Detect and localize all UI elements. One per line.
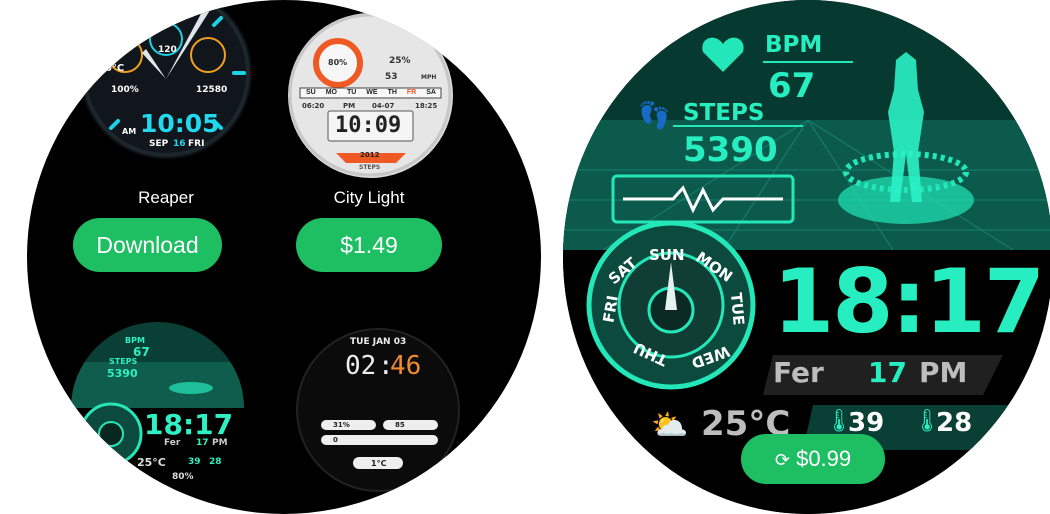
digital-temp: 1°C xyxy=(371,459,387,468)
reaper-watchface-thumb[interactable]: 30°C 120 100% 12580 AM 10:05 SEP 16 FRI xyxy=(80,0,252,159)
steps-icon: 👣 xyxy=(638,100,671,130)
mini-time: 18:17 xyxy=(144,408,234,441)
city-day: SA xyxy=(426,89,436,96)
ampm: PM xyxy=(919,356,968,389)
day-label-tue: TUE xyxy=(726,291,748,327)
city-day: SU xyxy=(305,89,316,96)
city-t2: 18:25 xyxy=(415,102,438,110)
watchface-name-city-light: City Light xyxy=(333,188,405,207)
steps-value: 5390 xyxy=(683,130,778,170)
mini-bpm-label: BPM xyxy=(125,336,145,345)
city-wind-unit: MPH xyxy=(421,74,437,81)
refresh-icon: ⟳ xyxy=(774,450,790,470)
city-day: TH xyxy=(387,89,397,96)
mini-date: 17 xyxy=(196,438,209,448)
download-button[interactable]: Download xyxy=(73,218,222,272)
mini-hi: 39 xyxy=(188,457,201,467)
digital-watchface-thumb[interactable]: TUE JAN 03 02 : 46 31% 85 0 1°C xyxy=(293,325,463,495)
city-hum: 25% xyxy=(389,56,411,66)
reaper-date-mon: SEP xyxy=(149,139,169,149)
city-pct: 80% xyxy=(328,58,348,67)
mini-ampm: PM xyxy=(212,438,228,448)
mini-battery: 80% xyxy=(172,472,194,482)
city-days-row: SU MO TU WE TH FR SA xyxy=(301,89,441,96)
reaper-date-day: 16 xyxy=(173,139,186,149)
watchface-name-digital: Cyb... xyxy=(360,500,406,514)
mini-steps-label: STEPS xyxy=(109,357,138,366)
bpm-value: 67 xyxy=(768,66,816,106)
digital-heart: 85 xyxy=(395,421,405,429)
digital-steps: 0 xyxy=(333,436,338,444)
city-day-active: FR xyxy=(406,89,417,96)
reaper-temp: 30°C xyxy=(98,63,125,74)
mini-day: Fer xyxy=(164,438,181,448)
city-day: TU xyxy=(346,89,357,96)
bpm-label: BPM xyxy=(765,32,823,58)
city-t1: 06:20 xyxy=(302,102,325,110)
digital-hour: 02 xyxy=(345,351,377,381)
reaper-steps: 12580 xyxy=(196,85,228,95)
reaper-time: 10:05 xyxy=(140,109,220,138)
price-button[interactable]: ⟳ $0.99 xyxy=(741,434,885,484)
watchface-name-reaper: Reaper xyxy=(138,188,194,207)
temp-low: 28 xyxy=(936,408,973,438)
day-label-sun: SUN xyxy=(649,246,685,264)
city-steps-label: STEPS xyxy=(359,164,381,171)
weather-icon: ⛅ xyxy=(651,409,689,442)
watchface-preview: BPM 67 👣 STEPS 5390 SUN MON TUE WED THU … xyxy=(563,0,1050,514)
digital-battery: 31% xyxy=(333,421,350,429)
steps-label: STEPS xyxy=(683,100,765,126)
buy-city-light-button[interactable]: $1.49 xyxy=(296,218,442,272)
reaper-date-dow: FRI xyxy=(188,139,205,149)
city-pm: PM xyxy=(343,102,356,110)
mini-temp: 25°C xyxy=(137,456,166,469)
digital-min: 46 xyxy=(390,351,422,381)
mini-lo: 28 xyxy=(209,457,222,467)
watchface-name-cyber: ...onner xyxy=(156,500,214,514)
city-date: 04-07 xyxy=(372,102,395,110)
store-panel: 30°C 120 100% 12580 AM 10:05 SEP 16 FRI … xyxy=(27,0,541,514)
city-light-watchface-thumb[interactable]: 80% 25% 53 MPH SU MO TU WE TH FR SA 06:2… xyxy=(288,13,453,178)
price-label: $0.99 xyxy=(796,446,852,471)
mini-steps: 5390 xyxy=(107,367,138,380)
city-wind: 53 xyxy=(385,72,398,82)
digital-date: TUE JAN 03 xyxy=(350,337,407,347)
cyber-watchface-thumb[interactable]: BPM 67 STEPS 5390 18:17 Fer 17 PM 25°C 3… xyxy=(71,322,244,495)
city-day: WE xyxy=(366,89,378,96)
date-value: 17 xyxy=(868,356,907,389)
reaper-heart: 120 xyxy=(158,45,177,55)
day-name: Fer xyxy=(773,356,824,389)
reaper-ampm: AM xyxy=(122,127,137,136)
city-time: 10:09 xyxy=(335,113,402,138)
reaper-battery: 100% xyxy=(111,85,139,95)
city-steps: 2012 xyxy=(360,151,380,159)
city-day: MO xyxy=(325,89,337,96)
time-display: 18:17 xyxy=(773,250,1045,353)
